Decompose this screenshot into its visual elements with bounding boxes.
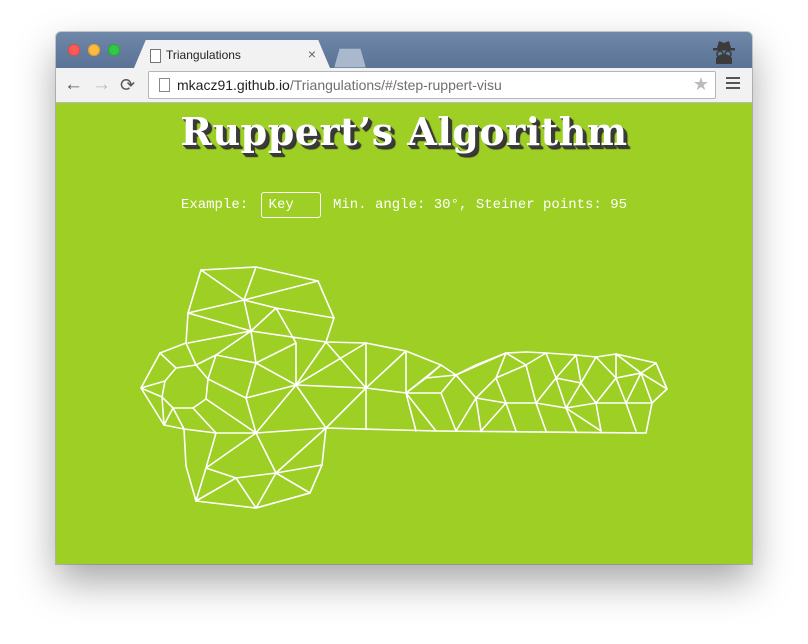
tab-title: Triangulations bbox=[166, 48, 241, 62]
maximize-window-button[interactable] bbox=[108, 44, 120, 56]
browser-window: Triangulations × ← → ⟳ mkacz91.github.io… bbox=[56, 32, 752, 564]
url-path: /Triangulations/#/step-ruppert-visu bbox=[289, 77, 502, 93]
address-bar[interactable]: mkacz91.github.io/Triangulations/#/step-… bbox=[148, 71, 716, 99]
page-icon bbox=[159, 78, 170, 92]
browser-tab[interactable]: Triangulations × bbox=[134, 40, 330, 68]
reload-icon[interactable]: ⟳ bbox=[120, 75, 135, 95]
back-icon[interactable]: ← bbox=[64, 75, 83, 95]
browser-toolbar: ← → ⟳ mkacz91.github.io/Triangulations/#… bbox=[56, 68, 752, 103]
incognito-icon bbox=[713, 41, 735, 64]
close-window-button[interactable] bbox=[68, 44, 80, 56]
new-tab-button[interactable] bbox=[334, 48, 366, 68]
key-triangulation-canvas[interactable] bbox=[56, 103, 752, 564]
key-hole bbox=[161, 364, 209, 409]
menu-icon[interactable] bbox=[726, 77, 740, 92]
title-bar: Triangulations × bbox=[56, 32, 752, 68]
tab-close-icon[interactable]: × bbox=[308, 46, 316, 62]
url-text[interactable]: mkacz91.github.io/Triangulations/#/step-… bbox=[177, 77, 502, 93]
url-host: mkacz91.github.io bbox=[177, 77, 290, 93]
bookmark-star-icon[interactable]: ★ bbox=[693, 74, 709, 95]
mesh-head bbox=[140, 266, 367, 509]
page-content: Ruppert’s Algorithm Example: Key Min. an… bbox=[56, 103, 752, 564]
minimize-window-button[interactable] bbox=[88, 44, 100, 56]
forward-icon[interactable]: → bbox=[92, 75, 111, 95]
page-icon bbox=[150, 49, 161, 63]
